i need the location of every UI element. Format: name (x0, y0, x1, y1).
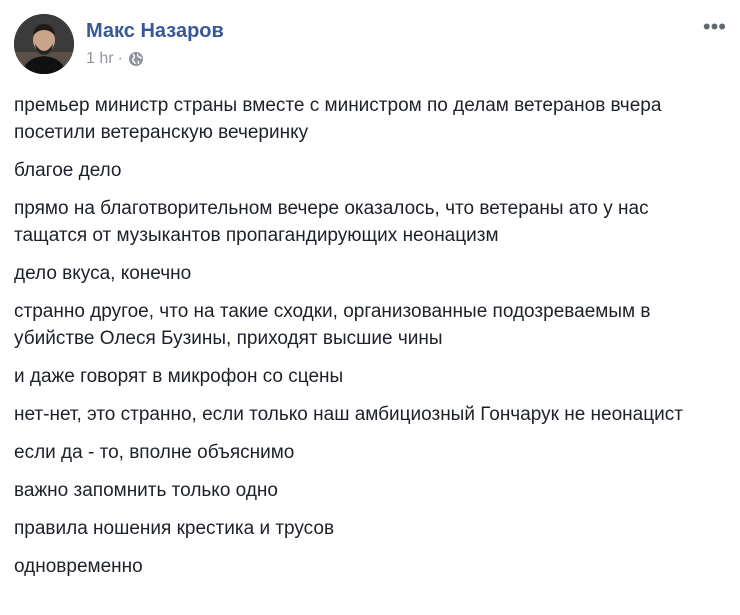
more-options-icon[interactable]: ••• (703, 16, 726, 38)
post-paragraph: одновременно (14, 556, 143, 577)
post-paragraph: благое дело (14, 160, 122, 181)
post-paragraph: премьер министр страны вместе с министро… (14, 95, 662, 143)
post-timestamp[interactable]: 1 hr (86, 50, 114, 68)
avatar-photo (14, 14, 74, 74)
post-paragraph: странно другое, что на такие сходки, орг… (14, 301, 651, 349)
post-paragraph: правила ношения крестика и трусов (14, 518, 335, 539)
post-body: премьер министр страны вместе с министро… (14, 92, 726, 591)
meta-separator: · (117, 50, 123, 67)
post-header: Макс Назаров 1 hr · ••• (14, 14, 726, 76)
author-avatar[interactable] (14, 14, 74, 74)
facebook-post: Макс Назаров 1 hr · ••• премьер министр … (0, 0, 740, 615)
post-paragraph: важно запомнить только одно (14, 480, 278, 501)
author-name[interactable]: Макс Назаров (86, 20, 224, 43)
post-paragraph: и даже говорят в микрофон со сцены (14, 366, 344, 387)
post-paragraph: прямо на благотворительном вечере оказал… (14, 198, 649, 246)
post-meta: 1 hr · (86, 50, 144, 68)
post-paragraph: если да - то, вполне объяснимо (14, 442, 295, 463)
post-paragraph: дело вкуса, конечно (14, 263, 192, 284)
globe-icon[interactable] (128, 51, 144, 67)
post-paragraph: нет-нет, это странно, если только наш ам… (14, 404, 683, 425)
